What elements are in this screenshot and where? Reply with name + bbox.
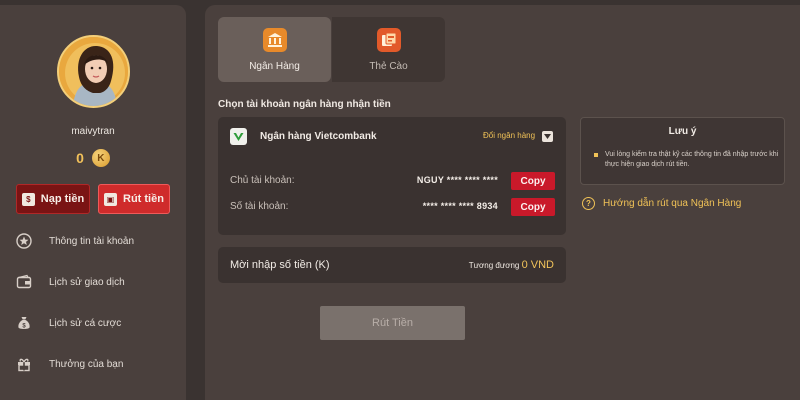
withdraw-submit-button[interactable]: Rút Tiền: [320, 306, 465, 340]
deposit-button[interactable]: $ Nạp tiền: [16, 184, 90, 214]
tab-bank[interactable]: Ngân Hàng: [218, 17, 331, 82]
equiv-value: 0 VND: [521, 259, 554, 271]
profile-star-icon: [16, 233, 32, 249]
withdraw-label: Rút tiền: [123, 193, 164, 205]
deposit-label: Nạp tiền: [40, 193, 85, 205]
balance-value: 0: [76, 150, 84, 166]
scratch-card-icon: [376, 27, 401, 52]
account-label: Số tài khoản:: [230, 201, 289, 212]
balance: 0 K: [0, 148, 186, 168]
sidebar-item-rewards[interactable]: Thưởng của bạn: [16, 353, 123, 375]
tab-scratch-card[interactable]: Thẻ Cào: [332, 17, 445, 82]
profile-sidebar: maivytran 0 K $ Nạp tiền ▣ Rút tiền Thôn…: [0, 5, 186, 400]
tab-label: Thẻ Cào: [369, 60, 408, 72]
wallet-icon: ▣: [104, 192, 118, 206]
chevron-down-icon[interactable]: [542, 131, 553, 142]
account-value: **** **** **** 8934: [422, 201, 498, 211]
note-title: Lưu ý: [668, 126, 697, 137]
equivalent-amount: Tương đương 0 VND: [469, 259, 554, 271]
copy-holder-button[interactable]: Copy: [511, 172, 555, 190]
bank-account-card: Ngân hàng Vietcombank Đổi ngân hàng Chủ …: [218, 117, 566, 235]
sidebar-item-label: Lịch sử cá cược: [49, 317, 122, 329]
k-coin-icon: K: [91, 149, 110, 167]
bank-name: Ngân hàng Vietcombank: [260, 131, 377, 142]
sidebar-item-label: Thưởng của bạn: [49, 358, 124, 370]
tab-label: Ngân Hàng: [249, 60, 300, 72]
amount-input[interactable]: Mời nhập số tiền (K) Tương đương 0 VND: [218, 247, 566, 283]
bullet-icon: [594, 153, 598, 157]
amount-placeholder: Mời nhập số tiền (K): [230, 259, 330, 271]
vietcombank-logo-icon: [230, 128, 247, 145]
avatar[interactable]: [57, 35, 130, 108]
sidebar-item-label: Thông tin tài khoản: [49, 235, 135, 247]
gift-icon: [16, 356, 32, 372]
dollar-icon: $: [21, 192, 35, 206]
withdraw-button[interactable]: ▣ Rút tiền: [98, 184, 170, 214]
note-box: Lưu ý Vui lòng kiểm tra thật kỹ các thôn…: [580, 117, 785, 185]
username: maivytran: [71, 126, 115, 137]
holder-label: Chủ tài khoản:: [230, 175, 295, 186]
money-bag-icon: $: [16, 315, 32, 331]
withdraw-guide-link[interactable]: ? Hướng dẫn rút qua Ngân Hàng: [582, 197, 741, 210]
holder-value: NGUY **** **** ****: [416, 175, 498, 185]
sidebar-item-transaction-history[interactable]: Lịch sử giao dịch: [16, 271, 125, 293]
equiv-label: Tương đương: [468, 261, 520, 270]
bank-icon: [262, 27, 287, 52]
note-text: Vui lòng kiểm tra thật kỹ các thông tin …: [605, 151, 779, 168]
section-title: Chọn tài khoản ngân hàng nhận tiền: [218, 99, 391, 110]
sidebar-item-bet-history[interactable]: $ Lịch sử cá cược: [16, 312, 121, 334]
question-icon: ?: [582, 197, 595, 210]
sidebar-item-account-info[interactable]: Thông tin tài khoản: [16, 230, 134, 252]
sidebar-item-label: Lịch sử giao dịch: [49, 276, 125, 288]
withdraw-panel: Ngân Hàng Thẻ Cào Chọn tài khoản ngân hà…: [205, 5, 800, 400]
wallet-icon: [16, 274, 32, 290]
change-bank-link[interactable]: Đổi ngân hàng: [483, 131, 535, 140]
copy-account-button[interactable]: Copy: [511, 198, 555, 216]
guide-label: Hướng dẫn rút qua Ngân Hàng: [603, 198, 742, 209]
